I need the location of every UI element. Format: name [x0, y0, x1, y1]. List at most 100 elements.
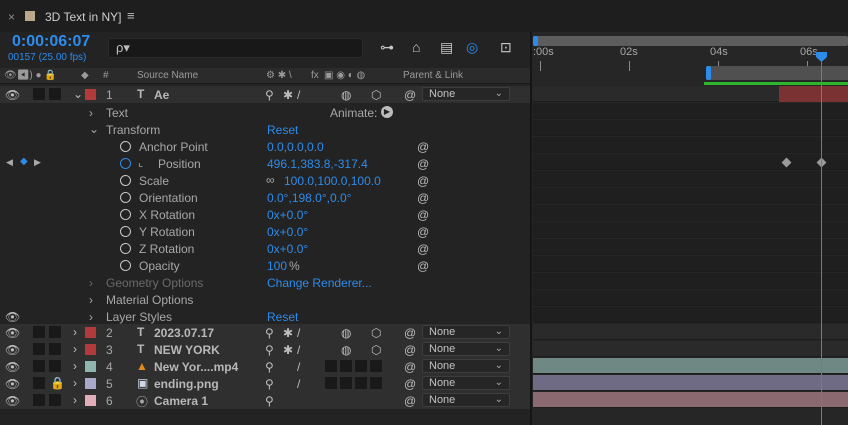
stopwatch-icon[interactable] [120, 141, 131, 152]
collapse-switch-icon[interactable]: ✱ [283, 88, 293, 102]
quality-switch-icon[interactable]: / [297, 360, 300, 374]
solo-switch[interactable] [33, 88, 45, 100]
motion-blur-switch-icon[interactable]: ◍ [341, 326, 351, 340]
parent-dropdown[interactable]: None ⌄ [422, 87, 510, 101]
solo-switch[interactable] [33, 326, 45, 338]
eye-icon[interactable]: 👁 [5, 310, 20, 324]
close-tab-icon[interactable]: × [8, 10, 15, 24]
constrain-proportions-icon[interactable]: ∞ [266, 173, 275, 187]
layer-label-swatch[interactable] [85, 395, 96, 406]
prev-keyframe-icon[interactable]: ◀ [6, 157, 13, 168]
expand-chevron-icon[interactable]: ⌄ [73, 87, 83, 101]
eye-icon[interactable]: 👁 [5, 343, 20, 357]
time-navigator[interactable] [533, 36, 848, 46]
expand-chevron-icon[interactable]: › [89, 106, 93, 120]
shy-switch-icon[interactable]: ⚲ [265, 394, 274, 408]
quality-switch-icon[interactable]: / [297, 88, 300, 102]
stopwatch-active-icon[interactable] [120, 158, 131, 169]
layer-name[interactable]: New Yor....mp4 [154, 360, 238, 374]
source-name-header[interactable]: Source Name [137, 70, 198, 81]
parent-dropdown[interactable]: None ⌄ [422, 342, 510, 356]
comp-mini-flowchart-icon[interactable]: ⊶ [380, 39, 394, 56]
expression-pickwhip-icon[interactable]: @ [417, 174, 429, 188]
parent-link-header[interactable]: Parent & Link [403, 70, 463, 81]
expand-chevron-icon[interactable]: › [89, 310, 93, 324]
parent-dropdown[interactable]: None ⌄ [422, 393, 510, 407]
work-area-bar[interactable] [707, 66, 848, 80]
layer-name[interactable]: Ae [154, 88, 169, 102]
orientation-value[interactable]: 0.0°,198.0°,0.0° [267, 191, 351, 205]
lock-switch[interactable] [49, 343, 61, 355]
z-rotation-value[interactable]: 0x+0.0° [267, 242, 308, 256]
expression-pickwhip-icon[interactable]: @ [417, 140, 429, 154]
frame-blend-switch[interactable] [340, 377, 352, 389]
motion-blur-switch[interactable] [355, 360, 367, 372]
quality-switch-icon[interactable]: / [297, 326, 300, 340]
shy-switch-icon[interactable]: ⚲ [265, 360, 274, 374]
graph-icon[interactable]: ⌞ [138, 156, 143, 169]
3d-layer-switch[interactable] [370, 360, 382, 372]
expand-chevron-icon[interactable]: › [73, 359, 77, 373]
composition-tab[interactable]: 3D Text in NY] [45, 10, 121, 24]
fx-switch[interactable] [325, 360, 337, 372]
parent-dropdown[interactable]: None ⌄ [422, 376, 510, 390]
change-renderer-link[interactable]: Change Renderer... [267, 276, 372, 290]
layer-duration-bar[interactable] [533, 392, 848, 408]
search-input[interactable] [108, 38, 363, 58]
expand-chevron-icon[interactable]: › [73, 342, 77, 356]
layer-label-swatch[interactable] [85, 344, 96, 355]
eye-icon[interactable]: 👁 [5, 360, 20, 374]
quality-switch-icon[interactable]: / [297, 377, 300, 391]
parent-pickwhip-icon[interactable]: @ [404, 360, 416, 374]
lock-switch[interactable] [49, 360, 61, 372]
3d-layer-switch-icon[interactable]: ⬡ [371, 88, 381, 102]
stopwatch-icon[interactable] [120, 243, 131, 254]
expression-pickwhip-icon[interactable]: @ [417, 208, 429, 222]
expression-pickwhip-icon[interactable]: @ [417, 225, 429, 239]
3d-layer-switch[interactable] [370, 377, 382, 389]
fx-switch[interactable] [325, 377, 337, 389]
next-keyframe-icon[interactable]: ▶ [34, 157, 41, 168]
parent-pickwhip-icon[interactable]: @ [404, 394, 416, 408]
3d-layer-switch-icon[interactable]: ⬡ [371, 326, 381, 340]
position-value[interactable]: 496.1,383.8,-317.4 [267, 157, 368, 171]
expression-pickwhip-icon[interactable]: @ [417, 191, 429, 205]
eye-icon[interactable]: 👁 [5, 88, 20, 102]
layer-label-swatch[interactable] [85, 361, 96, 372]
expand-chevron-icon[interactable]: › [73, 393, 77, 407]
panel-menu-icon[interactable]: ≡ [127, 8, 135, 23]
parent-pickwhip-icon[interactable]: @ [404, 88, 416, 102]
expand-chevron-icon[interactable]: › [89, 276, 93, 290]
current-time-indicator[interactable] [821, 52, 822, 425]
layer-name[interactable]: NEW YORK [154, 343, 220, 357]
transform-reset-link[interactable]: Reset [267, 123, 298, 137]
shy-switch-icon[interactable]: ⚲ [265, 326, 274, 340]
expand-chevron-icon[interactable]: › [73, 325, 77, 339]
parent-dropdown[interactable]: None ⌄ [422, 325, 510, 339]
layer-label-swatch[interactable] [85, 327, 96, 338]
work-area-start-handle[interactable] [706, 66, 711, 80]
collapse-switch-icon[interactable]: ✱ [283, 343, 293, 357]
eye-icon[interactable]: 👁 [5, 377, 20, 391]
current-time-display[interactable]: 0:00:06:07 [12, 33, 90, 51]
y-rotation-value[interactable]: 0x+0.0° [267, 225, 308, 239]
motion-blur-switch-icon[interactable]: ◍ [341, 343, 351, 357]
expression-pickwhip-icon[interactable]: @ [417, 242, 429, 256]
parent-pickwhip-icon[interactable]: @ [404, 343, 416, 357]
layer-label-swatch[interactable] [85, 378, 96, 389]
motion-blur-switch[interactable] [355, 377, 367, 389]
shy-switch-icon[interactable]: ⚲ [265, 377, 274, 391]
parent-dropdown[interactable]: None ⌄ [422, 359, 510, 373]
shy-switch-icon[interactable]: ⚲ [265, 343, 274, 357]
layer-duration-bar[interactable] [533, 358, 848, 374]
scale-value[interactable]: 100.0,100.0,100.0 [284, 174, 381, 188]
hide-shy-layers-icon[interactable]: ▤ [440, 39, 453, 56]
lock-switch[interactable] [49, 88, 61, 100]
layer-label-swatch[interactable] [85, 89, 96, 100]
expression-pickwhip-icon[interactable]: @ [417, 259, 429, 273]
layer-name[interactable]: 2023.07.17 [154, 326, 214, 340]
layer-duration-bar[interactable] [779, 86, 848, 102]
stopwatch-icon[interactable] [120, 260, 131, 271]
parent-pickwhip-icon[interactable]: @ [404, 377, 416, 391]
x-rotation-value[interactable]: 0x+0.0° [267, 208, 308, 222]
